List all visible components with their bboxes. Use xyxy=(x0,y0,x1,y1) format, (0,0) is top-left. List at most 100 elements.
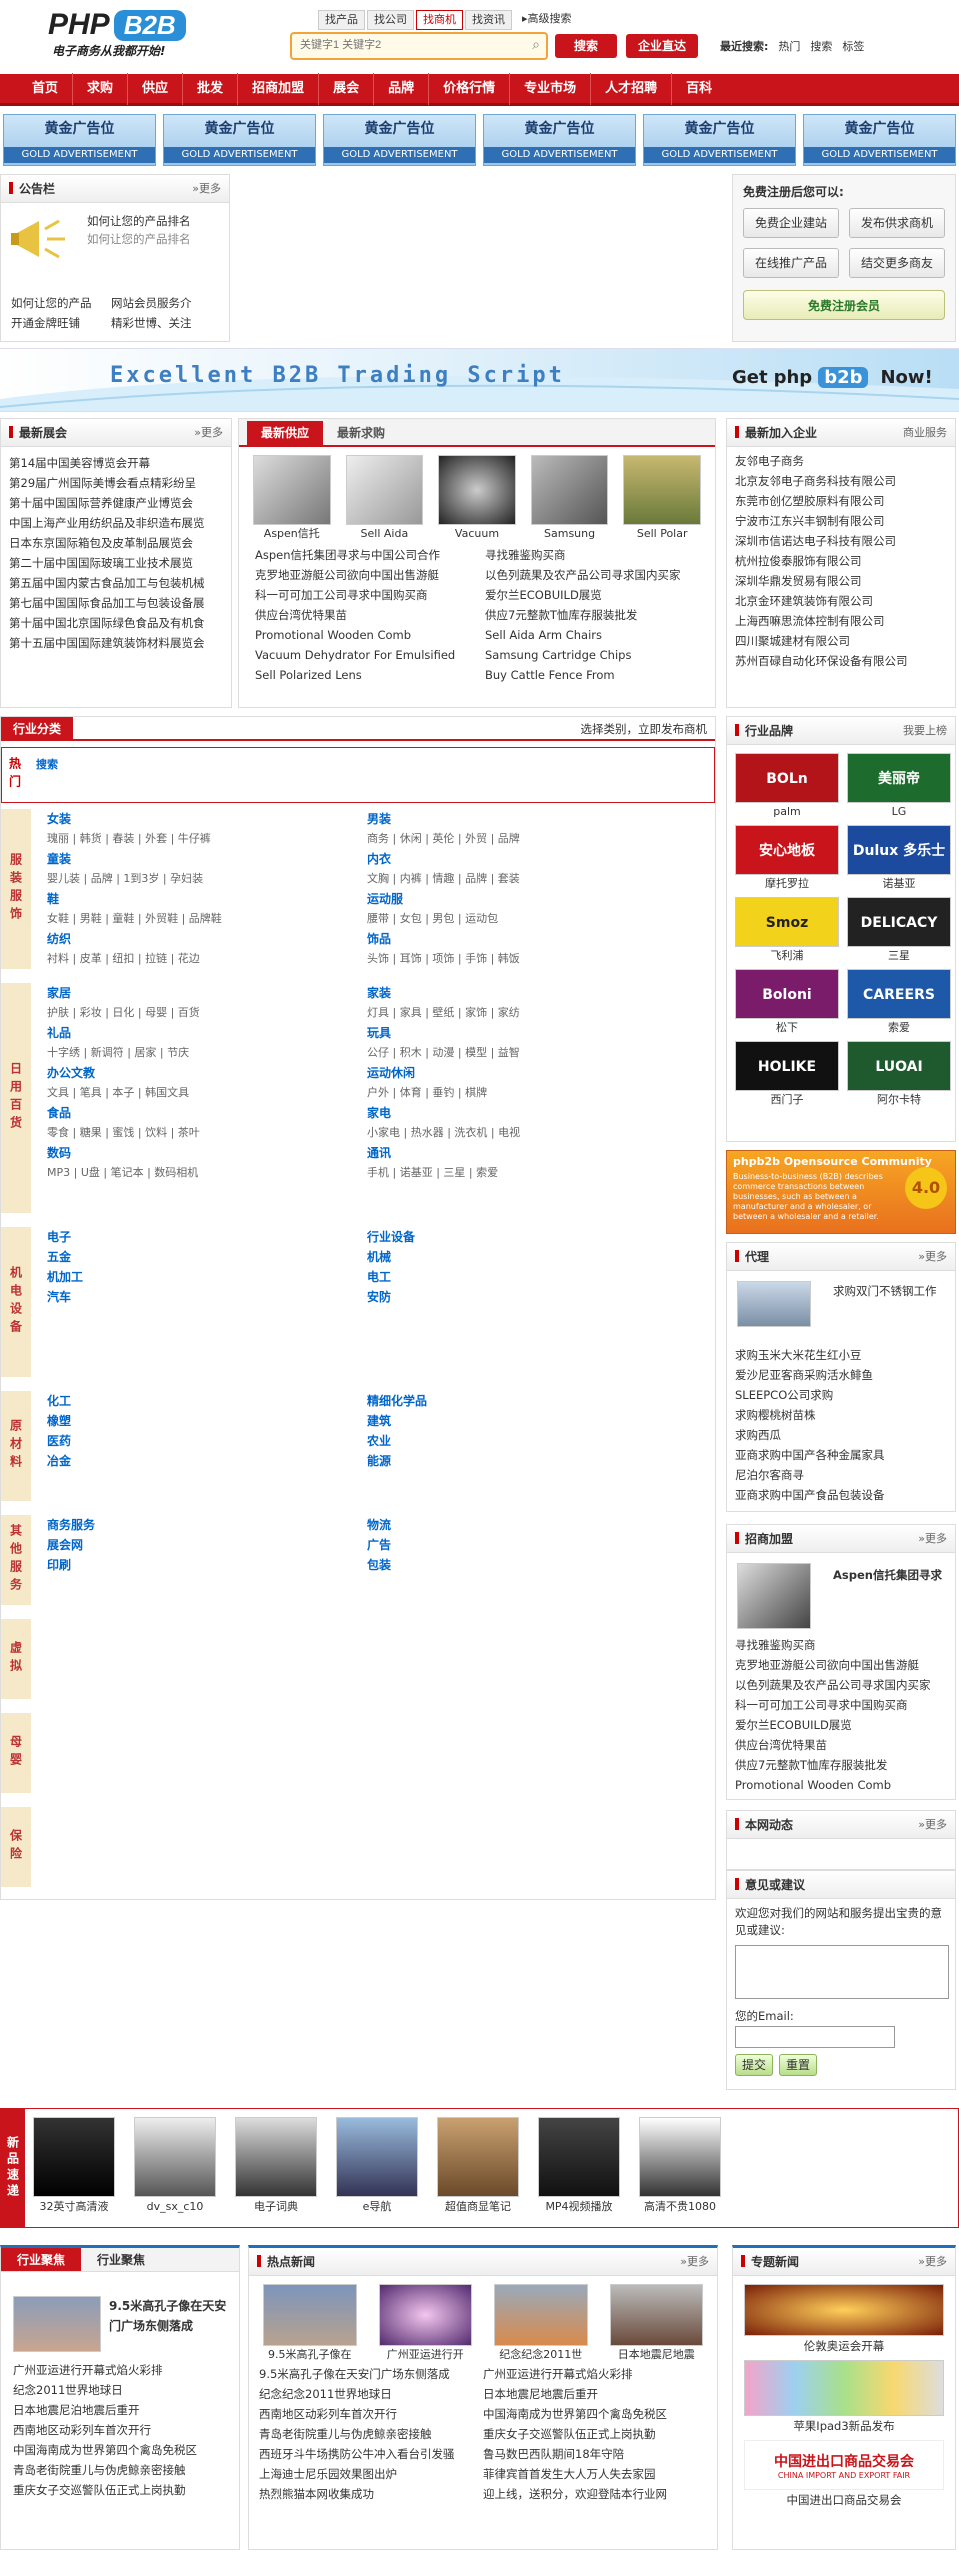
category-subitems[interactable]: 户外 | 体育 | 垂钓 | 棋牌 xyxy=(367,1083,647,1103)
list-item[interactable]: 求购西瓜 xyxy=(735,1428,781,1442)
category-title-link[interactable]: 机加工 xyxy=(47,1267,327,1287)
list-item[interactable]: 日本地震尼地震后重开 xyxy=(483,2387,598,2401)
submit-button[interactable]: 提交 xyxy=(735,2054,773,2076)
list-item[interactable]: 供应7元整款T恤库存服装批发 xyxy=(485,608,637,622)
category-title-link[interactable]: 家装 xyxy=(367,983,647,1003)
agent-main[interactable]: 求购双门不锈钢工作 xyxy=(833,1283,937,1299)
category-title-link[interactable]: 童装 xyxy=(47,849,327,869)
ad-slot[interactable]: 黄金广告位 GOLD ADVERTISEMENT xyxy=(3,114,156,166)
category-title-link[interactable]: 建筑 xyxy=(367,1411,647,1431)
news-pic-card[interactable]: 日本地震尼地震 xyxy=(609,2284,703,2364)
nav-wiki[interactable]: 百科 xyxy=(672,73,726,105)
more-link[interactable]: »更多 xyxy=(194,419,223,447)
adv-search-link[interactable]: ▸高级搜索 xyxy=(522,10,572,30)
list-item[interactable]: 中国海南成为世界第四个禽岛免税区 xyxy=(13,2443,197,2457)
category-title-link[interactable]: 广告 xyxy=(367,1535,647,1555)
category-title-link[interactable]: 玩具 xyxy=(367,1023,647,1043)
free-site-button[interactable]: 免费企业建站 xyxy=(743,208,839,238)
ad-slot[interactable]: 黄金广告位 GOLD ADVERTISEMENT xyxy=(163,114,316,166)
list-item[interactable]: 北京友邻电子商务科技有限公司 xyxy=(735,474,896,488)
notice-main[interactable]: 如何让您的产品排名 xyxy=(87,213,191,229)
search-icon[interactable]: ⌕ xyxy=(532,37,540,53)
nav-brand[interactable]: 品牌 xyxy=(374,72,430,105)
list-item[interactable]: 科一可可加工公司寻求中国购买商 xyxy=(255,588,428,602)
new-goods-card[interactable]: MP4视频播放 xyxy=(538,2117,620,2219)
reset-button[interactable]: 重置 xyxy=(779,2054,817,2076)
product-card[interactable]: Vacuum xyxy=(438,455,516,543)
nav-supply[interactable]: 供应 xyxy=(128,72,184,105)
category-title-link[interactable]: 冶金 xyxy=(47,1451,327,1471)
category-title-link[interactable]: 物流 xyxy=(367,1515,647,1535)
banner[interactable]: Excellent B2B Trading Script Get php b2b… xyxy=(0,348,959,412)
list-item[interactable]: 青岛老街院重儿与伪虎鲸亲密接触 xyxy=(259,2427,432,2441)
list-item[interactable]: 菲律宾首首发生大人万人失去家园 xyxy=(483,2467,656,2481)
product-card[interactable]: Sell Aida xyxy=(345,455,424,543)
category-title-link[interactable]: 食品 xyxy=(47,1103,327,1123)
list-item[interactable]: 中国上海产业用纺织品及非织造布展览 xyxy=(9,516,205,530)
list-item[interactable]: 第七届中国国际食品加工与包装设备展 xyxy=(9,596,205,610)
tab-news[interactable]: 找资讯 xyxy=(465,10,512,30)
list-item[interactable]: 宁波市江东兴丰钢制有限公司 xyxy=(735,514,885,528)
tab-latest-buy[interactable]: 最新求购 xyxy=(323,421,399,445)
ad-slot[interactable]: 黄金广告位 GOLD ADVERTISEMENT xyxy=(483,114,636,166)
brand-item[interactable]: BOLn palm xyxy=(735,753,839,821)
category-title-link[interactable]: 橡塑 xyxy=(47,1411,327,1431)
list-item[interactable]: 迎上线，送积分，欢迎登陆本行业网 xyxy=(483,2487,667,2501)
list-item[interactable]: Promotional Wooden Comb xyxy=(735,1778,891,1792)
list-item[interactable]: 以色列蔬果及农产品公司寻求国内买家 xyxy=(735,1678,931,1692)
list-item[interactable]: 西班牙斗牛场携防公牛冲入看台引发骚 xyxy=(259,2447,455,2461)
list-item[interactable]: 北京金环建筑装饰有限公司 xyxy=(735,594,873,608)
list-item[interactable]: 求购樱桃树苗株 xyxy=(735,1408,816,1422)
list-item[interactable]: 日本地震尼泊地震后重开 xyxy=(13,2403,140,2417)
list-item[interactable]: 第十届中国北京国际绿色食品及有机食 xyxy=(9,616,205,630)
list-item[interactable]: 西南地区动彩列车首次开行 xyxy=(259,2407,397,2421)
category-title-link[interactable]: 纺织 xyxy=(47,929,327,949)
category-title-link[interactable]: 饰品 xyxy=(367,929,647,949)
list-item[interactable]: 杭州拉俊泰服饰有限公司 xyxy=(735,554,862,568)
list-item[interactable]: 如何让您的产品 xyxy=(11,293,111,313)
ad-slot[interactable]: 黄金广告位 GOLD ADVERTISEMENT xyxy=(643,114,796,166)
list-item[interactable]: 鲁马数巴西队期间18年守陪 xyxy=(483,2447,624,2461)
list-item[interactable]: 重庆女子交巡警队伍正式上岗执勤 xyxy=(483,2427,656,2441)
hot-item[interactable]: 搜索 xyxy=(810,38,832,54)
category-title-link[interactable]: 办公文教 xyxy=(47,1063,327,1083)
list-item[interactable]: 爱尔兰ECOBUILD展览 xyxy=(485,588,602,602)
special-item[interactable]: 中国进出口商品交易会 CHINA IMPORT AND EXPORT FAIR … xyxy=(744,2440,944,2510)
list-item[interactable]: Sell Polarized Lens xyxy=(255,668,362,682)
category-subitems[interactable]: MP3 | U盘 | 笔记本 | 数码相机 xyxy=(47,1163,327,1183)
feedback-textarea[interactable] xyxy=(735,1945,949,1999)
category-title-link[interactable]: 安防 xyxy=(367,1287,647,1307)
category-title-link[interactable]: 数码 xyxy=(47,1143,327,1163)
make-friends-button[interactable]: 结交更多商友 xyxy=(849,248,945,278)
category-title-link[interactable]: 展会网 xyxy=(47,1535,327,1555)
news-pic-card[interactable]: 纪念纪念2011世 xyxy=(494,2284,588,2364)
category-title-link[interactable]: 化工 xyxy=(47,1391,327,1411)
nav-price[interactable]: 价格行情 xyxy=(429,72,511,105)
category-title-link[interactable]: 机械 xyxy=(367,1247,647,1267)
more-link[interactable]: »更多 xyxy=(918,1243,947,1271)
category-title-link[interactable]: 家居 xyxy=(47,983,327,1003)
list-item[interactable]: 网站会员服务介 xyxy=(111,293,221,313)
special-item[interactable]: 伦敦奥运会开幕 xyxy=(744,2284,944,2356)
new-goods-card[interactable]: 超值商显笔记 xyxy=(437,2117,519,2219)
category-title-link[interactable]: 男装 xyxy=(367,809,647,829)
category-post-hint[interactable]: 选择类别，立即发布商机 xyxy=(581,721,708,737)
nav-home[interactable]: 首页 xyxy=(0,72,74,105)
list-item[interactable]: 亚商求购中国产各种金属家具 xyxy=(735,1448,885,1462)
list-item[interactable]: 供应台湾优特果苗 xyxy=(735,1738,827,1752)
news-pic-card[interactable]: 9.5米高孔子像在 xyxy=(263,2284,357,2364)
category-subitems[interactable]: 瑰丽 | 韩货 | 春装 | 外套 | 牛仔裤 xyxy=(47,829,327,849)
brand-item[interactable]: CAREERS 索爱 xyxy=(847,969,951,1037)
category-subitems[interactable]: 头饰 | 耳饰 | 项饰 | 手饰 | 韩饭 xyxy=(367,949,647,969)
list-item[interactable]: 广州亚运进行开幕式焰火彩排 xyxy=(483,2367,633,2381)
product-card[interactable]: Samsung xyxy=(530,455,609,543)
list-item[interactable]: 爱沙尼亚客商采购活水鲱鱼 xyxy=(735,1368,873,1382)
tab-latest-supply[interactable]: 最新供应 xyxy=(247,421,324,445)
new-goods-card[interactable]: 电子词典 xyxy=(235,2117,317,2219)
tab-business[interactable]: 找商机 xyxy=(416,10,463,30)
list-item[interactable]: 第五届中国内蒙古食品加工与包装机械 xyxy=(9,576,205,590)
category-title-link[interactable]: 礼品 xyxy=(47,1023,327,1043)
category-title-link[interactable]: 农业 xyxy=(367,1431,647,1451)
tab-industry-focus-2[interactable]: 行业聚焦 xyxy=(81,2248,161,2271)
special-item[interactable]: 苹果Ipad3新品发布 xyxy=(744,2360,944,2436)
